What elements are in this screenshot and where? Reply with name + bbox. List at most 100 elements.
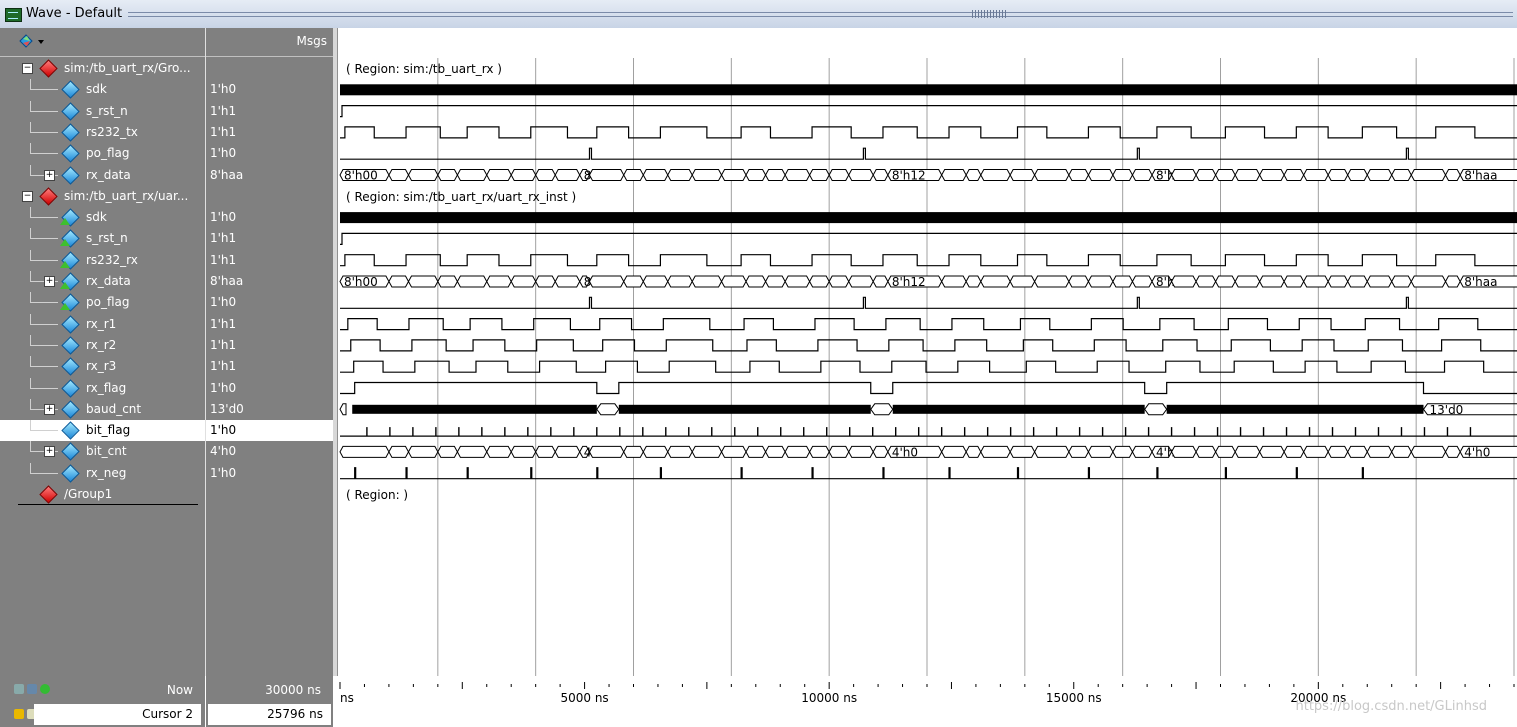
signal-row[interactable]: bit_flag 1'h0 [0,420,337,441]
signal-name-cell[interactable]: sdk [0,79,205,100]
signal-name-cell[interactable]: s_rst_n [0,228,205,249]
waveform-area[interactable]: ( Region: sim:/tb_uart_rx ) ( Region: sim… [338,28,1517,676]
signal-row[interactable]: + baud_cnt 13'd0 [0,399,337,420]
signal-row[interactable]: s_rst_n 1'h1 [0,228,337,249]
bus-value-label: 8'h12 [892,275,926,289]
signal-name: s_rst_n [86,104,128,118]
collapse-toggle[interactable]: − [22,191,33,202]
signal-icon [61,166,80,185]
bus-segment [809,169,830,181]
signal-row[interactable]: /Group1 [0,484,337,505]
signal-row[interactable]: rx_neg 1'h0 [0,463,337,484]
signal-row[interactable]: sdk 1'h0 [0,79,337,100]
signal-name-cell[interactable]: po_flag [0,143,205,164]
bus-segment [1234,169,1261,181]
signal-name-cell[interactable]: /Group1 [0,484,205,505]
bus-segment [1444,169,1461,181]
rx-flag-waveform [340,381,1517,395]
signal-icon [61,102,80,121]
tree-connector [30,335,31,346]
now-value: 30000 ns [265,683,321,697]
tree-connector [30,420,31,431]
signal-name-cell[interactable]: + bit_cnt [0,441,205,462]
bus-segment [691,275,723,288]
expand-toggle[interactable]: + [44,170,55,181]
signal-row[interactable]: rx_r3 1'h1 [0,356,337,377]
signal-row[interactable]: sdk 1'h0 [0,207,337,228]
window-titlebar[interactable]: Wave - Default [0,0,1517,29]
bus-segment [510,445,537,458]
signal-row[interactable]: po_flag 1'h0 [0,143,337,164]
expand-toggle[interactable]: + [44,446,55,457]
bus-segment [535,169,556,181]
tree-connector [30,122,31,133]
signal-name-cell[interactable]: + rx_data [0,165,205,186]
signal-row[interactable]: po_flag 1'h0 [0,292,337,313]
signal-value: 13'd0 [210,402,244,416]
waveform-canvas[interactable]: ( Region: sim:/tb_uart_rx ) ( Region: sim… [338,28,1517,676]
bus-segment [691,445,723,458]
bus-segment [1283,169,1305,181]
bus-segment [1068,275,1089,288]
bus-segment [510,275,537,288]
signal-row[interactable]: rs232_rx 1'h1 [0,250,337,271]
bus-segment [1131,169,1153,181]
signal-name: rx_data [86,274,131,288]
cursor-name-cell[interactable]: Cursor 2 [34,704,201,725]
signal-name-cell[interactable]: + rx_data [0,271,205,292]
dropdown-arrow-icon[interactable] [38,40,44,44]
signal-name: baud_cnt [86,402,142,416]
signal-row[interactable]: rx_flag 1'h0 [0,378,337,399]
tree-connector [30,271,31,282]
signal-row[interactable]: rs232_tx 1'h1 [0,122,337,143]
signal-name-cell[interactable]: rx_r2 [0,335,205,356]
signal-icon [61,464,80,483]
signal-row[interactable]: s_rst_n 1'h1 [0,101,337,122]
signal-name-cell[interactable]: − sim:/tb_uart_rx/Gro... [0,58,205,79]
bus-segment [980,275,1011,288]
signal-row[interactable]: rx_r1 1'h1 [0,314,337,335]
signal-value: 1'h1 [210,125,237,139]
signal-row[interactable]: + bit_cnt 4'h0 [0,441,337,462]
timeline-label: ns [340,691,354,705]
signal-name-cell[interactable]: − sim:/tb_uart_rx/uar... [0,186,205,207]
bus-segment [1195,275,1217,288]
signal-value: 1'h0 [206,420,333,441]
expand-toggle[interactable]: + [44,404,55,415]
signal-row[interactable]: − sim:/tb_uart_rx/uar... [0,186,337,207]
bus-segment [535,275,556,288]
signal-name-cell[interactable]: rs232_rx [0,250,205,271]
signal-name-cell[interactable]: bit_flag [0,420,205,441]
bus-segment [667,445,693,458]
signal-name-cell[interactable]: rx_neg [0,463,205,484]
signal-value: 1'h1 [210,231,237,245]
signal-row[interactable]: + rx_data 8'haa [0,165,337,186]
titlebar-rule [128,16,1513,17]
output-port-icon [60,282,70,289]
bus-segment [872,445,889,458]
signal-row[interactable]: + rx_data 8'haa [0,271,337,292]
bus-segment [1327,169,1349,181]
expand-toggle[interactable]: + [44,276,55,287]
bus-segment [1068,169,1089,181]
signal-name-cell[interactable]: + baud_cnt [0,399,205,420]
cursor-value-cell[interactable]: 25796 ns [208,704,331,725]
signal-name-cell[interactable]: rs232_tx [0,122,205,143]
signal-name-cell[interactable]: rx_r1 [0,314,205,335]
add-signal-icon[interactable] [17,33,35,49]
signal-name-cell[interactable]: rx_r3 [0,356,205,377]
titlebar-grip[interactable] [972,10,1006,18]
signal-row[interactable]: − sim:/tb_uart_rx/Gro... [0,58,337,79]
signal-name-cell[interactable]: rx_flag [0,378,205,399]
msgs-label: Msgs [296,34,327,48]
signal-value [206,58,333,79]
signal-name: po_flag [86,146,130,160]
signal-name-cell[interactable]: po_flag [0,292,205,313]
collapse-toggle[interactable]: − [22,63,33,74]
signal-name-cell[interactable]: s_rst_n [0,101,205,122]
bus-segment [339,403,347,416]
input-port-icon [60,261,70,268]
signal-row[interactable]: rx_r2 1'h1 [0,335,337,356]
signal-value: 1'h1 [210,359,237,373]
signal-name-cell[interactable]: sdk [0,207,205,228]
